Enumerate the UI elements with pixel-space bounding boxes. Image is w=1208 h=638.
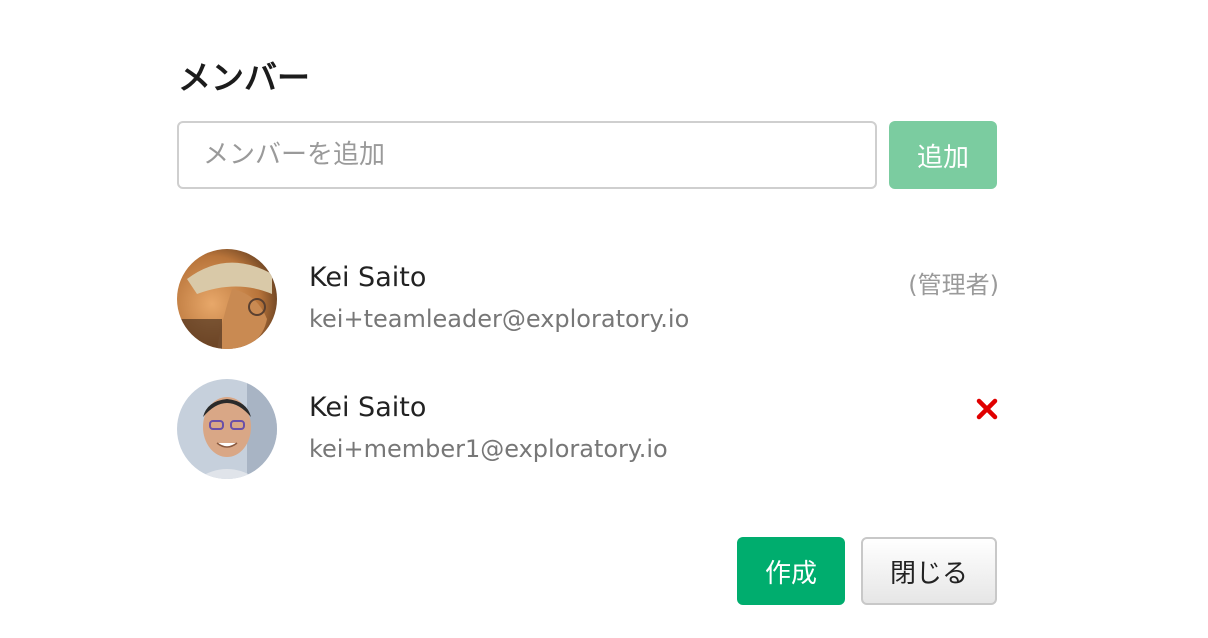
create-button[interactable]: 作成	[737, 537, 845, 605]
avatar	[177, 249, 277, 349]
add-member-button[interactable]: 追加	[889, 121, 997, 189]
member-row-member1: Kei Saito kei+member1@exploratory.io	[177, 379, 999, 479]
member-row-teamleader: Kei Saito kei+teamleader@exploratory.io …	[177, 249, 999, 349]
member-name: Kei Saito	[309, 392, 427, 423]
member-email: kei+teamleader@exploratory.io	[309, 305, 690, 333]
close-icon	[976, 398, 998, 420]
member-email: kei+member1@exploratory.io	[309, 435, 668, 463]
member-role-badge: (管理者)	[908, 271, 999, 299]
member-name: Kei Saito	[309, 262, 427, 293]
remove-member-button[interactable]	[975, 397, 999, 421]
add-member-input[interactable]	[177, 121, 877, 189]
section-title: メンバー	[178, 58, 310, 97]
avatar	[177, 379, 277, 479]
close-button[interactable]: 閉じる	[861, 537, 997, 605]
